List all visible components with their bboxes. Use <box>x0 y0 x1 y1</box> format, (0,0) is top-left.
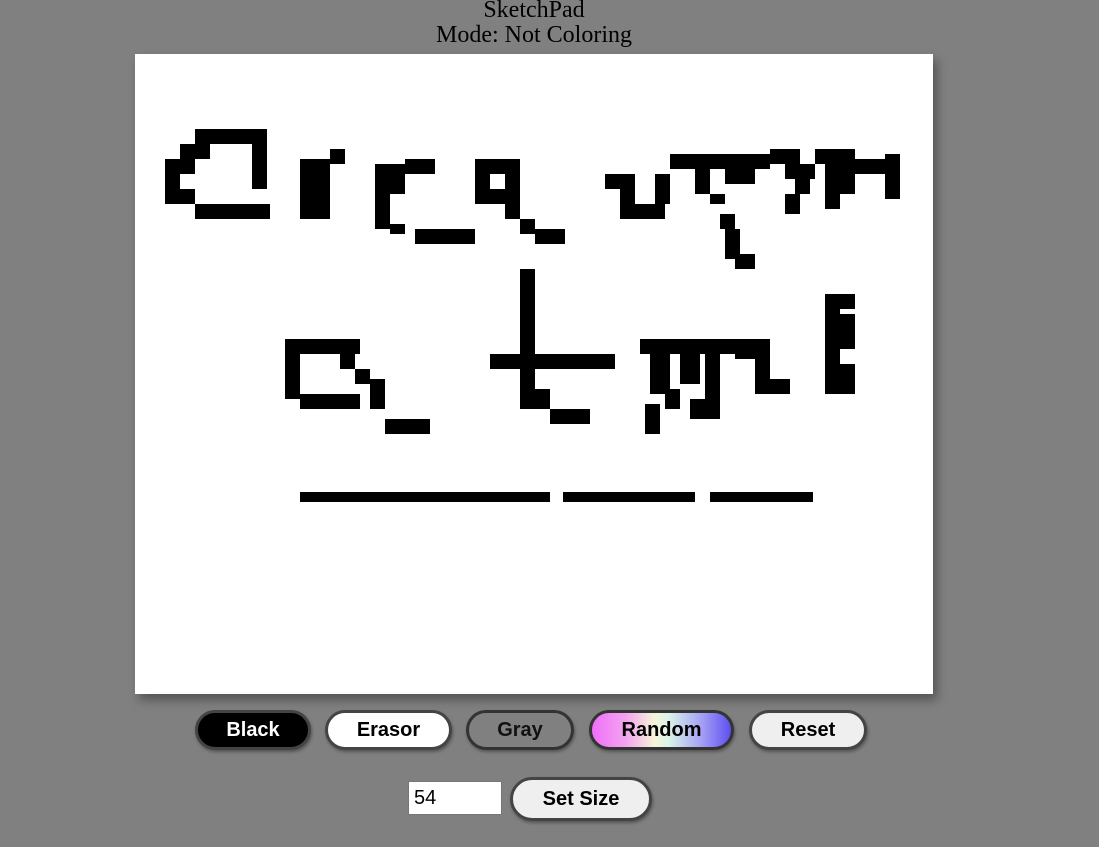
painted-cell[interactable] <box>710 492 813 502</box>
painted-cell[interactable] <box>755 154 770 169</box>
painted-cell[interactable] <box>330 149 345 164</box>
painted-cell[interactable] <box>680 354 700 384</box>
painted-cell[interactable] <box>840 314 855 324</box>
painted-cell[interactable] <box>563 492 695 502</box>
painted-cell[interactable] <box>375 164 390 229</box>
painted-cell[interactable] <box>505 174 520 204</box>
drawing-grid[interactable] <box>135 54 933 694</box>
painted-cell[interactable] <box>535 229 565 244</box>
painted-cell[interactable] <box>770 149 800 164</box>
painted-cell[interactable] <box>355 369 370 384</box>
painted-cell[interactable] <box>550 409 590 424</box>
painted-cell[interactable] <box>670 154 700 169</box>
painted-cell[interactable] <box>300 492 550 502</box>
painted-cell[interactable] <box>695 169 710 194</box>
painted-cell[interactable] <box>725 169 755 184</box>
grid-size-input[interactable] <box>408 781 502 815</box>
painted-cell[interactable] <box>635 204 665 219</box>
painted-cell[interactable] <box>785 194 800 214</box>
painted-cell[interactable] <box>605 174 635 189</box>
painted-cell[interactable] <box>340 354 355 369</box>
drawing-canvas[interactable] <box>135 54 933 694</box>
painted-cell[interactable] <box>645 404 660 434</box>
painted-cell[interactable] <box>490 354 615 369</box>
random-button[interactable]: Random <box>589 710 734 750</box>
painted-cell[interactable] <box>405 159 435 174</box>
painted-cell[interactable] <box>475 174 490 204</box>
gray-button[interactable]: Gray <box>466 710 574 750</box>
painted-cell[interactable] <box>252 144 267 189</box>
painted-cell[interactable] <box>825 379 855 394</box>
painted-cell[interactable] <box>855 159 890 174</box>
painted-cell[interactable] <box>795 174 810 194</box>
painted-cell[interactable] <box>180 189 195 204</box>
painted-cell[interactable] <box>700 154 755 169</box>
painted-cell[interactable] <box>475 159 520 174</box>
painted-cell[interactable] <box>825 309 840 379</box>
black-button[interactable]: Black <box>195 710 311 750</box>
painted-cell[interactable] <box>840 324 855 349</box>
painted-cell[interactable] <box>505 204 520 219</box>
painted-cell[interactable] <box>655 174 670 204</box>
sketchpad-page: SketchPad Mode: Not Coloring Black Eraso… <box>0 0 1099 847</box>
painted-cell[interactable] <box>765 379 790 394</box>
mode-status: Mode: Not Coloring <box>436 22 632 48</box>
painted-cell[interactable] <box>735 254 755 269</box>
painted-cell[interactable] <box>370 379 385 409</box>
painted-cell[interactable] <box>650 354 670 394</box>
painted-cell[interactable] <box>520 269 535 409</box>
painted-cell[interactable] <box>640 339 675 354</box>
painted-cell[interactable] <box>165 159 180 204</box>
painted-cell[interactable] <box>390 224 405 234</box>
painted-cell[interactable] <box>825 294 855 309</box>
painted-cell[interactable] <box>285 339 360 354</box>
painted-cell[interactable] <box>390 164 405 194</box>
painted-cell[interactable] <box>300 159 330 219</box>
painted-cell[interactable] <box>285 354 300 399</box>
painted-cell[interactable] <box>300 394 360 409</box>
painted-cell[interactable] <box>720 214 735 229</box>
painted-cell[interactable] <box>180 159 195 174</box>
painted-cell[interactable] <box>710 194 725 204</box>
painted-cell[interactable] <box>535 389 550 409</box>
painted-cell[interactable] <box>690 399 720 419</box>
painted-cell[interactable] <box>705 354 720 399</box>
painted-cell[interactable] <box>520 219 535 234</box>
painted-cell[interactable] <box>385 419 430 434</box>
painted-cell[interactable] <box>840 149 855 194</box>
painted-cell[interactable] <box>195 129 267 144</box>
painted-cell[interactable] <box>415 229 475 244</box>
erasor-button[interactable]: Erasor <box>325 710 452 750</box>
painted-cell[interactable] <box>840 364 855 379</box>
painted-cell[interactable] <box>620 189 635 219</box>
painted-cell[interactable] <box>195 204 270 219</box>
set-size-button[interactable]: Set Size <box>510 777 652 821</box>
reset-button[interactable]: Reset <box>749 710 867 750</box>
painted-cell[interactable] <box>490 189 505 204</box>
painted-cell[interactable] <box>825 164 840 209</box>
painted-cell[interactable] <box>665 389 680 409</box>
painted-cell[interactable] <box>180 144 210 159</box>
